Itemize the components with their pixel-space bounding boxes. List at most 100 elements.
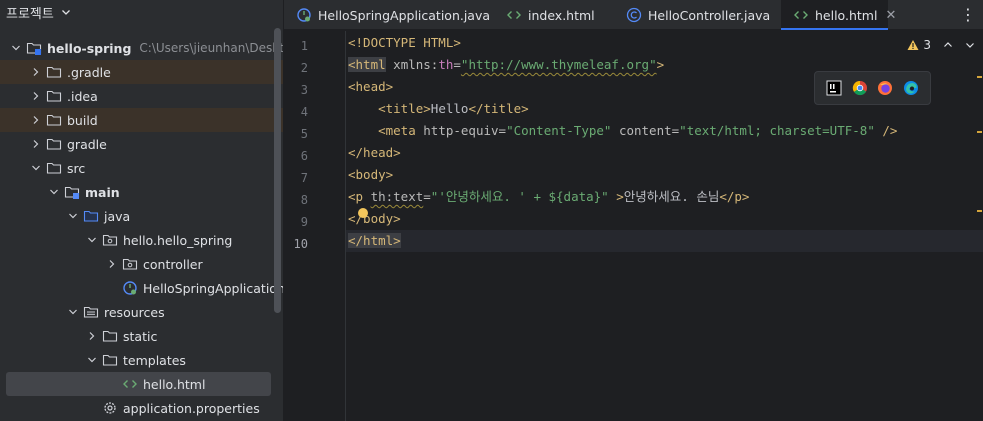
code-line[interactable]: </body> bbox=[348, 208, 401, 230]
tree-item[interactable]: static bbox=[0, 324, 283, 348]
code-line[interactable]: <body> bbox=[348, 164, 393, 186]
code-token: "text/html; charset=UTF-8" bbox=[679, 123, 875, 138]
chevron-right-icon[interactable] bbox=[28, 112, 44, 128]
tree-item[interactable]: application.properties bbox=[0, 396, 283, 420]
line-number: 10 bbox=[293, 237, 308, 251]
tree-item[interactable]: build bbox=[0, 108, 283, 132]
code-line[interactable]: </head> bbox=[348, 142, 401, 164]
tree-item[interactable]: src bbox=[0, 156, 283, 180]
chevron-right-icon[interactable] bbox=[28, 64, 44, 80]
chrome-icon[interactable] bbox=[852, 80, 868, 96]
close-icon[interactable]: ✕ bbox=[885, 8, 896, 23]
code-line[interactable]: <html xmlns:th="http://www.thymeleaf.org… bbox=[348, 54, 664, 76]
intention-bulb-icon[interactable] bbox=[358, 208, 368, 218]
tree-item-label: main bbox=[85, 184, 120, 200]
tree-item[interactable]: .gradle bbox=[0, 60, 283, 84]
tree-item[interactable]: resources bbox=[0, 300, 283, 324]
tree-item-label: controller bbox=[143, 256, 203, 272]
editor-tab[interactable]: HelloController.java bbox=[614, 0, 770, 30]
chevron-down-icon[interactable] bbox=[60, 6, 72, 18]
tree-item-label: hello.hello_spring bbox=[123, 232, 233, 248]
code-token: "Content-Type" bbox=[506, 123, 612, 138]
tree-item-label: gradle bbox=[67, 136, 107, 152]
more-options-icon[interactable]: ⋮ bbox=[957, 3, 979, 25]
tree-item[interactable]: HelloSpringApplication bbox=[0, 276, 283, 300]
folder-icon bbox=[46, 64, 62, 80]
code-line[interactable]: <p th:text="'안녕하세요. ' + ${data}" >안녕하세요.… bbox=[348, 186, 749, 208]
code-line[interactable]: <head> bbox=[348, 76, 393, 98]
folder-icon bbox=[102, 352, 118, 368]
inspection-widget[interactable]: 3 bbox=[907, 36, 975, 54]
chevron-down-icon[interactable] bbox=[65, 208, 81, 224]
tree-scrollbar[interactable] bbox=[274, 28, 281, 313]
intellij-icon[interactable] bbox=[826, 80, 842, 96]
code-token: </body> bbox=[348, 211, 401, 226]
firefox-icon[interactable] bbox=[877, 80, 893, 96]
code-line[interactable]: <meta http-equiv="Content-Type" content=… bbox=[348, 120, 897, 142]
chevron-right-icon[interactable] bbox=[104, 256, 120, 272]
project-panel-header[interactable]: 프로젝트 bbox=[0, 0, 283, 24]
class-icon bbox=[626, 7, 642, 23]
package-icon bbox=[102, 232, 118, 248]
editor-tab[interactable]: index.html bbox=[494, 0, 595, 30]
warning-stripe-marker[interactable] bbox=[977, 131, 982, 133]
code-token: <body> bbox=[348, 167, 394, 182]
code-token: = bbox=[498, 123, 507, 138]
tree-item-label: hello-spring bbox=[47, 40, 132, 56]
code-token: = bbox=[423, 189, 431, 204]
chevron-down-icon[interactable] bbox=[28, 160, 44, 176]
tree-item[interactable]: hello.html bbox=[6, 372, 271, 396]
tree-item-label: resources bbox=[104, 304, 165, 320]
code-token: <meta bbox=[348, 123, 424, 138]
code-line[interactable]: </html> bbox=[348, 230, 401, 252]
line-number: 5 bbox=[300, 127, 308, 141]
chevron-right-icon[interactable] bbox=[84, 328, 100, 344]
folder-icon bbox=[46, 160, 62, 176]
project-panel-title: 프로젝트 bbox=[6, 6, 54, 22]
chevron-down-icon[interactable] bbox=[965, 40, 975, 50]
code-token: http-equiv bbox=[423, 123, 499, 138]
tree-item[interactable]: controller bbox=[0, 252, 283, 276]
code-token: <p bbox=[348, 189, 371, 204]
chevron-right-icon[interactable] bbox=[28, 136, 44, 152]
code-editor[interactable]: 1 2 3 4 5 6 7 8 9 10 <!DOCTYPE HTML> <html xmlns:t… bbox=[284, 31, 983, 421]
code-token: > bbox=[608, 189, 624, 204]
edge-icon[interactable] bbox=[903, 80, 919, 96]
code-token: > bbox=[656, 57, 665, 72]
tree-item[interactable]: .idea bbox=[0, 84, 283, 108]
warning-stripe-marker[interactable] bbox=[977, 76, 982, 78]
chevron-right-icon[interactable] bbox=[28, 88, 44, 104]
line-number: 9 bbox=[300, 215, 308, 229]
tree-item[interactable]: main bbox=[0, 180, 283, 204]
chevron-down-icon[interactable] bbox=[8, 40, 24, 56]
warning-stripe-marker[interactable] bbox=[977, 210, 982, 212]
code-token: "http://www.thymeleaf.org" bbox=[460, 57, 657, 72]
code-token: 안녕하세요. 손님 bbox=[623, 189, 720, 204]
code-line[interactable]: <!DOCTYPE HTML> bbox=[348, 32, 461, 54]
tree-item[interactable]: hello-spring C:\Users\jieunhan\Desktop\ bbox=[0, 36, 283, 60]
editor-tab[interactable]: HelloSpringApplication.java bbox=[284, 0, 490, 30]
code-token: </p> bbox=[719, 189, 750, 204]
tree-item-label: .gradle bbox=[67, 64, 111, 80]
warning-icon bbox=[907, 40, 919, 50]
chevron-down-icon[interactable] bbox=[46, 184, 62, 200]
editor-tab[interactable]: hello.html ✕ bbox=[781, 0, 896, 30]
chevron-up-icon[interactable] bbox=[943, 40, 953, 50]
tree-item[interactable]: hello.hello_spring bbox=[0, 228, 283, 252]
warning-count: 3 bbox=[923, 38, 931, 52]
tree-item[interactable]: gradle bbox=[0, 132, 283, 156]
chevron-down-icon[interactable] bbox=[84, 232, 100, 248]
code-line[interactable]: <title>Hello</title> bbox=[348, 98, 529, 120]
code-token: <title> bbox=[348, 101, 431, 116]
chevron-down-icon[interactable] bbox=[84, 352, 100, 368]
chevron-down-icon[interactable] bbox=[65, 304, 81, 320]
line-number: 3 bbox=[300, 83, 308, 97]
tree-item-label: static bbox=[123, 328, 158, 344]
line-number: 2 bbox=[300, 61, 308, 75]
tree-item[interactable]: java bbox=[0, 204, 283, 228]
tree-item[interactable]: templates bbox=[0, 348, 283, 372]
line-number-gutter: 1 2 3 4 5 6 7 8 9 10 bbox=[284, 31, 346, 421]
